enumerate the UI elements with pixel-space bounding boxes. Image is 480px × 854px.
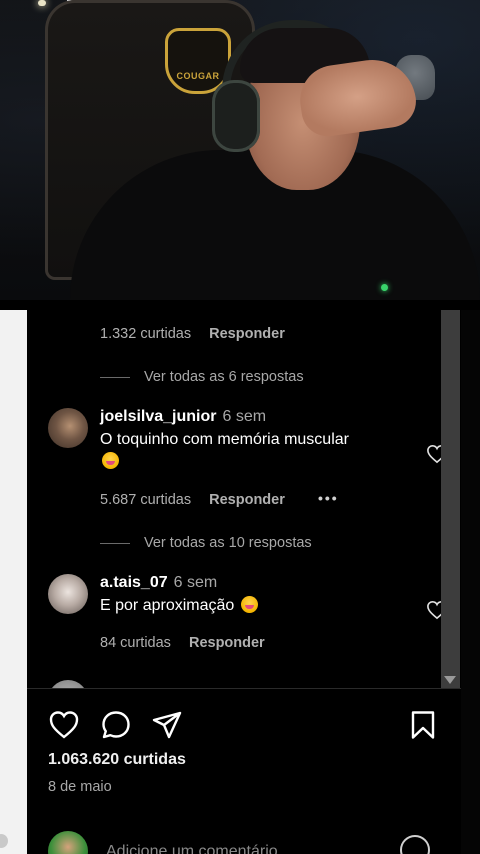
reply-button[interactable]: Responder bbox=[209, 326, 285, 342]
divider bbox=[100, 376, 130, 378]
reply-button[interactable]: Responder bbox=[189, 635, 265, 651]
headphone-earcup bbox=[212, 80, 260, 152]
total-likes[interactable]: 1.063.620 curtidas bbox=[48, 751, 186, 769]
view-replies-link[interactable]: Ver todas as 10 respostas bbox=[100, 535, 312, 551]
comment-text-content: E por aproximação bbox=[100, 597, 235, 614]
comment-item-partial bbox=[48, 680, 448, 688]
comment-item: a.tais_07 6 sem E por aproximação bbox=[48, 574, 448, 644]
post-date: 8 de maio bbox=[48, 779, 112, 795]
post-actions-panel: 1.063.620 curtidas 8 de maio Adicione um… bbox=[27, 688, 461, 854]
left-background-panel bbox=[0, 310, 27, 854]
comment-header: a.tais_07 6 sem bbox=[100, 574, 400, 592]
status-light bbox=[381, 284, 388, 291]
smiley-emoji-icon[interactable] bbox=[400, 835, 430, 854]
avatar[interactable] bbox=[48, 408, 88, 448]
comment-time: 6 sem bbox=[173, 574, 218, 591]
comment-time: 6 sem bbox=[222, 408, 267, 425]
bookmark-icon[interactable] bbox=[407, 709, 439, 741]
comment-meta: 5.687 curtidas Responder bbox=[100, 492, 299, 508]
right-background-panel bbox=[461, 310, 480, 854]
webcam-video: COUGAR bbox=[0, 0, 480, 300]
comments-sheet[interactable]: 1.332 curtidas Responder Ver todas as 6 … bbox=[27, 310, 461, 688]
laughing-emoji-icon bbox=[240, 596, 258, 613]
reply-button[interactable]: Responder bbox=[209, 492, 285, 508]
screen: COUGAR 1.332 curtidas Responder Ver toda… bbox=[0, 0, 480, 854]
divider bbox=[100, 542, 130, 544]
comment-text: O toquinho com memória muscular bbox=[100, 429, 400, 473]
comment-body: joelsilva_junior 6 sem O toquinho com mem… bbox=[100, 408, 400, 473]
panel-handle bbox=[0, 834, 8, 848]
avatar[interactable] bbox=[48, 680, 88, 688]
comment-bubble-icon[interactable] bbox=[100, 709, 132, 741]
username[interactable]: joelsilva_junior bbox=[100, 408, 216, 425]
more-options-icon[interactable]: ••• bbox=[318, 490, 339, 506]
scrollbar[interactable] bbox=[441, 310, 460, 688]
add-comment-row[interactable]: Adicione um comentário... bbox=[48, 831, 458, 854]
view-replies-link[interactable]: Ver todas as 6 respostas bbox=[100, 369, 304, 385]
username[interactable]: a.tais_07 bbox=[100, 574, 168, 591]
comment-body: a.tais_07 6 sem E por aproximação bbox=[100, 574, 400, 617]
laughing-emoji-icon bbox=[102, 452, 119, 469]
comment-meta: 84 curtidas Responder bbox=[100, 635, 279, 651]
view-replies-label[interactable]: Ver todas as 6 respostas bbox=[144, 369, 304, 385]
ceiling-light bbox=[38, 0, 46, 6]
comment-text: E por aproximação bbox=[100, 595, 400, 617]
scroll-down-arrow-icon[interactable] bbox=[444, 676, 456, 684]
likes-count[interactable]: 1.332 curtidas bbox=[100, 326, 191, 342]
comment-text-content: O toquinho com memória muscular bbox=[100, 431, 349, 448]
view-replies-label[interactable]: Ver todas as 10 respostas bbox=[144, 535, 312, 551]
likes-count[interactable]: 5.687 curtidas bbox=[100, 492, 191, 508]
my-avatar bbox=[48, 831, 88, 854]
avatar[interactable] bbox=[48, 574, 88, 614]
heart-icon[interactable] bbox=[48, 709, 80, 741]
send-paper-plane-icon[interactable] bbox=[151, 709, 183, 741]
prev-comment-meta: 1.332 curtidas Responder bbox=[100, 326, 299, 342]
add-comment-input[interactable]: Adicione um comentário... bbox=[106, 843, 291, 854]
comment-header: joelsilva_junior 6 sem bbox=[100, 408, 400, 426]
likes-count[interactable]: 84 curtidas bbox=[100, 635, 171, 651]
